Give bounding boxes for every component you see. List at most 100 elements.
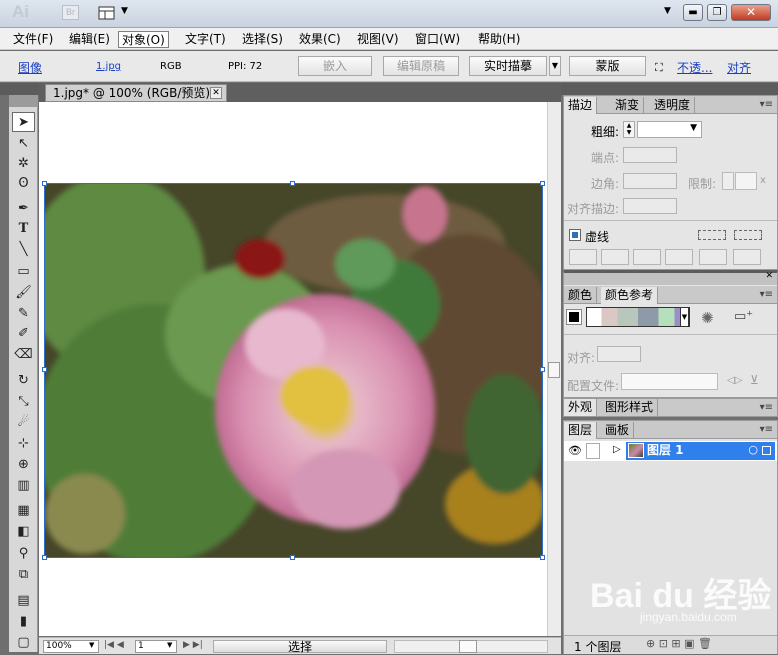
tab-appearance[interactable]: 外观 [564,399,598,416]
workspace-dropdown-icon[interactable]: ▼ [664,6,671,16]
selection-tool-icon[interactable]: ➤ [12,112,35,132]
first-artboard-icon[interactable]: |◀ ◀ [104,640,124,650]
cap-buttons[interactable] [623,147,677,163]
limit-stepper[interactable] [722,172,734,190]
resize-handle-top[interactable] [290,181,295,186]
restore-button[interactable]: ❐ [707,4,727,21]
profile-options-icon[interactable]: ⊻ [750,373,759,387]
free-transform-tool-icon[interactable]: ⊹ [12,434,35,454]
panel-menu-icon[interactable]: ▾≡ [760,99,773,110]
layer-actions-icons[interactable]: ⊕ ⊡ ⊞ ▣ 🗑 [646,637,712,650]
menu-select[interactable]: 选择(S) [239,31,286,48]
dash-field-3[interactable] [699,249,727,265]
selection-square-icon[interactable] [762,446,771,455]
eyedropper-tool-icon[interactable]: ⚲ [12,544,35,564]
rectangle-tool-icon[interactable]: ▭ [12,262,35,282]
gap-field-2[interactable] [665,249,693,265]
dashed-checkbox[interactable] [569,229,581,241]
minimize-button[interactable]: ▬ [683,4,703,21]
paintbrush-tool-icon[interactable]: 🖌 [12,283,35,303]
close-tab-icon[interactable]: ✕ [210,87,222,99]
limit-input[interactable] [735,172,757,190]
align-link[interactable]: 对齐 [727,59,751,76]
menu-type[interactable]: 文字(T) [182,31,229,48]
graph-tool-icon[interactable]: ▥ [12,476,35,496]
color-wheel-icon[interactable]: ✺ [701,309,714,327]
mask-button[interactable]: 蒙版 [569,56,646,76]
eraser-tool-icon[interactable]: ⌫ [12,345,35,365]
menu-edit[interactable]: 编辑(E) [66,31,113,48]
align-buttons[interactable] [597,346,641,362]
tab-transparency[interactable]: 透明度 [650,97,696,114]
base-color-swatch[interactable] [566,309,582,325]
vertical-scroll-thumb[interactable] [548,362,560,378]
gap-field-3[interactable] [733,249,761,265]
tab-color[interactable]: 颜色 [564,287,598,304]
save-swatches-icon[interactable]: ▭⁺ [734,309,753,324]
profile-select[interactable] [621,373,718,390]
close-button[interactable]: ✕ [731,4,771,21]
visibility-eye-icon[interactable]: 👁 [568,444,582,457]
warp-tool-icon[interactable]: ☄ [12,413,35,433]
tab-gradient[interactable]: 渐变 [611,97,645,114]
horizontal-scroll-thumb[interactable] [459,640,477,653]
menu-object[interactable]: 对象(O) [118,31,169,48]
edit-original-button[interactable]: 编辑原稿 [383,56,459,76]
gap-field-1[interactable] [601,249,629,265]
transform-icon[interactable]: ⛶ [655,61,663,75]
harmony-swatches[interactable] [586,307,690,327]
tab-stroke[interactable]: 描边 [564,97,598,114]
target-circle-icon[interactable]: ○ [748,441,758,458]
object-kind-link[interactable]: 图像 [18,59,42,76]
resize-handle-bl[interactable] [42,555,47,560]
layer-row[interactable]: 👁 ▷ 图层 1 ○ [564,441,777,461]
weight-input[interactable]: ▼ [637,121,702,138]
next-artboard-icon[interactable]: ▶ ▶| [183,640,203,650]
close-panel-icon[interactable]: ✕ [765,271,773,281]
lock-toggle[interactable] [586,443,600,459]
magic-wand-tool-icon[interactable]: ✲ [12,154,35,174]
resize-handle-bottom[interactable] [290,555,295,560]
weight-stepper[interactable]: ▲ ▼ [623,121,635,138]
tab-artboards[interactable]: 画板 [601,422,635,439]
type-tool-icon[interactable]: T [12,219,35,239]
layer-name[interactable]: 图层 1 [647,443,684,457]
dash-align-icon[interactable] [734,230,762,240]
blob-brush-tool-icon[interactable]: ✐ [12,324,35,344]
corner-buttons[interactable] [623,173,677,189]
dash-preserve-icon[interactable] [698,230,726,240]
rotate-tool-icon[interactable]: ↻ [12,371,35,391]
status-display[interactable]: 选择 [213,640,387,653]
resize-handle-right[interactable] [540,367,545,372]
scale-tool-icon[interactable]: ⤡ [12,392,35,412]
tools-panel-grip[interactable] [9,95,38,107]
live-trace-button[interactable]: 实时描摹 [469,56,547,76]
embed-button[interactable]: 嵌入 [298,56,372,76]
opacity-link[interactable]: 不透... [677,59,712,76]
shape-builder-tool-icon[interactable]: ⊕ [12,455,35,475]
gradient-tool-icon[interactable]: ◧ [12,522,35,542]
tab-color-guide[interactable]: 颜色参考 [601,287,659,304]
menu-file[interactable]: 文件(F) [10,31,56,48]
chevron-down-icon[interactable]: ▼ [680,307,689,327]
pencil-tool-icon[interactable]: ✎ [12,304,35,324]
placed-image[interactable] [44,183,543,558]
align-stroke-buttons[interactable] [623,198,677,214]
panel-menu-icon[interactable]: ▾≡ [760,402,773,413]
blend-tool-icon[interactable]: ⧉ [12,565,35,585]
expand-triangle-icon[interactable]: ▷ [613,444,621,455]
dash-field-2[interactable] [633,249,661,265]
resize-handle-br[interactable] [540,555,545,560]
pen-tool-icon[interactable]: ✒ [12,199,35,219]
dash-field-1[interactable] [569,249,597,265]
resize-handle-left[interactable] [42,367,47,372]
resize-handle-tr[interactable] [540,181,545,186]
tab-graphic-styles[interactable]: 图形样式 [601,399,659,416]
tab-layers[interactable]: 图层 [564,422,598,439]
live-trace-options-button[interactable]: ▼ [549,56,561,76]
column-graph-tool-icon[interactable]: ▮ [12,612,35,632]
symbol-sprayer-tool-icon[interactable]: ▤ [12,591,35,611]
artboard-tool-icon[interactable]: ▢ [12,633,35,653]
menu-view[interactable]: 视图(V) [354,31,402,48]
direct-selection-tool-icon[interactable]: ↖ [12,134,35,154]
